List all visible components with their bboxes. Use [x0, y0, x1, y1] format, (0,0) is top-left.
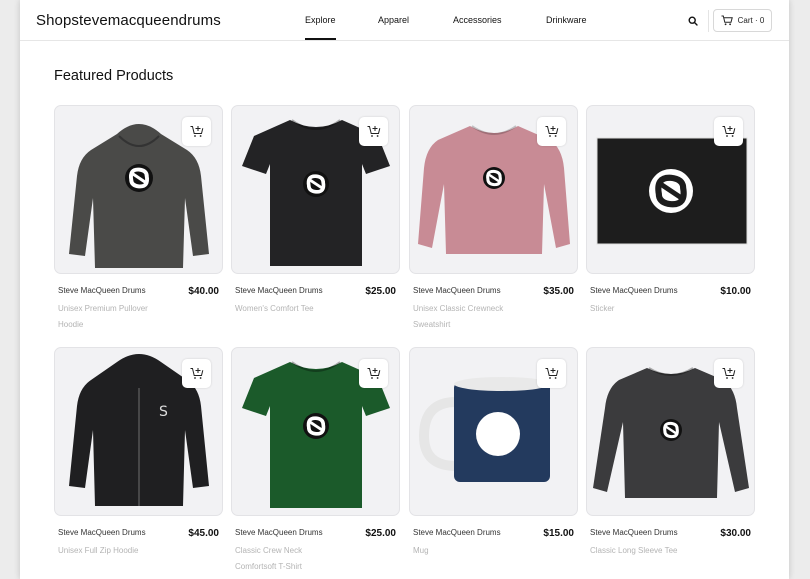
product-name[interactable]: Classic Crew Neck Comfortsoft T-Shirt — [235, 543, 345, 575]
product-price: $35.00 — [543, 286, 574, 297]
add-to-cart-button[interactable] — [359, 117, 388, 146]
product-image-frame[interactable] — [409, 347, 578, 516]
cart-icon — [721, 15, 733, 26]
product-brand: Steve MacQueen Drums — [58, 528, 146, 537]
product-image-frame[interactable]: S — [54, 347, 223, 516]
brand-logo-icon — [476, 412, 520, 456]
brand-logo-icon — [303, 413, 329, 439]
product-price: $25.00 — [365, 528, 396, 539]
product-price: $10.00 — [720, 286, 751, 297]
cart-label: Cart · 0 — [737, 16, 765, 25]
store-logo[interactable]: Shopstevemacqueendrums — [36, 12, 221, 29]
brand-logo-icon — [660, 419, 682, 441]
search-button[interactable] — [682, 10, 704, 32]
product-name[interactable]: Classic Long Sleeve Tee — [590, 543, 700, 559]
add-to-cart-button[interactable] — [537, 117, 566, 146]
add-to-cart-icon — [545, 368, 558, 379]
product-price: $45.00 — [188, 528, 219, 539]
product-price: $40.00 — [188, 286, 219, 297]
product-image-frame[interactable] — [54, 105, 223, 274]
product-name[interactable]: Unisex Premium Pullover Hoodie — [58, 301, 168, 333]
add-to-cart-icon — [367, 368, 380, 379]
brand-logo-icon — [649, 169, 693, 213]
add-to-cart-icon — [722, 126, 735, 137]
product-brand: Steve MacQueen Drums — [235, 286, 323, 295]
product-name[interactable]: Mug — [413, 543, 523, 559]
section-title: Featured Products — [54, 68, 174, 84]
product-brand: Steve MacQueen Drums — [413, 528, 501, 537]
product-price: $30.00 — [720, 528, 751, 539]
product-price: $25.00 — [365, 286, 396, 297]
search-icon — [688, 16, 698, 26]
product-image-frame[interactable] — [586, 105, 755, 274]
add-to-cart-button[interactable] — [714, 359, 743, 388]
product-image-frame[interactable] — [231, 347, 400, 516]
header-divider — [708, 10, 709, 32]
cart-button[interactable]: Cart · 0 — [713, 9, 772, 32]
add-to-cart-icon — [722, 368, 735, 379]
add-to-cart-button[interactable] — [182, 359, 211, 388]
add-to-cart-icon — [190, 368, 203, 379]
nav-drinkware[interactable]: Drinkware — [546, 15, 587, 25]
brand-logo-icon — [303, 171, 329, 197]
product-brand: Steve MacQueen Drums — [58, 286, 146, 295]
product-brand: Steve MacQueen Drums — [413, 286, 501, 295]
product-image-frame[interactable] — [586, 347, 755, 516]
add-to-cart-button[interactable] — [714, 117, 743, 146]
product-brand: Steve MacQueen Drums — [590, 286, 678, 295]
product-name[interactable]: Sticker — [590, 301, 700, 317]
store-page: Shopstevemacqueendrums Explore Apparel A… — [20, 0, 789, 579]
nav-accessories[interactable]: Accessories — [453, 15, 502, 25]
add-to-cart-button[interactable] — [359, 359, 388, 388]
product-name[interactable]: Women's Comfort Tee — [235, 301, 345, 317]
product-image-frame[interactable] — [409, 105, 578, 274]
add-to-cart-button[interactable] — [182, 117, 211, 146]
product-name[interactable]: Unisex Full Zip Hoodie — [58, 543, 168, 559]
product-image-frame[interactable] — [231, 105, 400, 274]
product-brand: Steve MacQueen Drums — [590, 528, 678, 537]
product-name[interactable]: Unisex Classic Crewneck Sweatshirt — [413, 301, 523, 333]
product-price: $15.00 — [543, 528, 574, 539]
site-header: Shopstevemacqueendrums Explore Apparel A… — [20, 0, 789, 41]
add-to-cart-icon — [545, 126, 558, 137]
nav-explore[interactable]: Explore — [305, 15, 336, 40]
add-to-cart-icon — [367, 126, 380, 137]
svg-text:S: S — [159, 404, 168, 420]
brand-logo-icon — [125, 164, 153, 192]
nav-apparel[interactable]: Apparel — [378, 15, 409, 25]
brand-logo-icon — [483, 167, 505, 189]
product-brand: Steve MacQueen Drums — [235, 528, 323, 537]
add-to-cart-icon — [190, 126, 203, 137]
add-to-cart-button[interactable] — [537, 359, 566, 388]
